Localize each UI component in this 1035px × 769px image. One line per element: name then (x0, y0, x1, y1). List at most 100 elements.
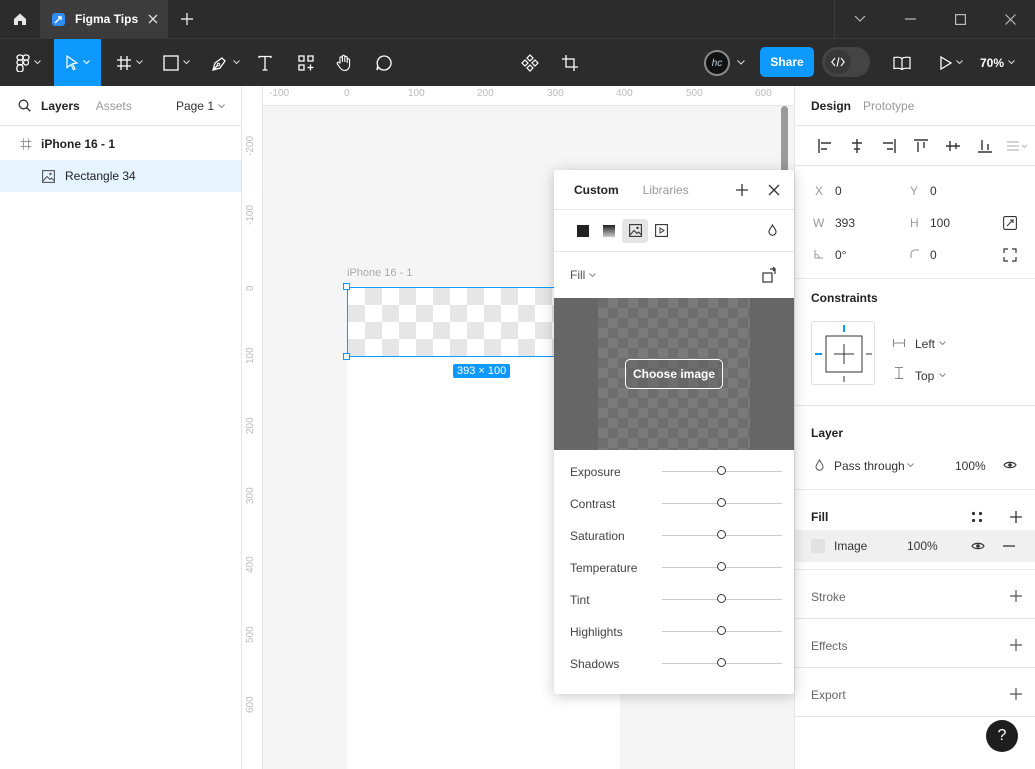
corner-radius-input[interactable]: 0 (930, 248, 937, 262)
close-window-button[interactable] (985, 0, 1035, 38)
new-tab-button[interactable] (168, 0, 206, 38)
text-icon (257, 55, 273, 71)
frame-label[interactable]: iPhone 16 - 1 (347, 267, 412, 279)
vertical-constraint-select[interactable]: Top (915, 369, 934, 383)
slider-knob[interactable] (717, 466, 726, 475)
x-input[interactable]: 0 (835, 184, 842, 198)
image-fill-button[interactable] (622, 218, 648, 243)
toolbar: hc Share 70% (0, 38, 1035, 86)
dev-mode-toggle[interactable] (822, 47, 870, 77)
tab-libraries[interactable]: Libraries (643, 183, 689, 197)
independent-corners-icon[interactable] (1003, 248, 1017, 262)
align-right-icon[interactable] (873, 138, 905, 153)
layer-row-image[interactable]: Rectangle 34 (0, 160, 241, 192)
align-bottom-icon[interactable] (969, 139, 1001, 153)
align-top-icon[interactable] (905, 138, 937, 153)
page-selector[interactable]: Page 1 (176, 99, 225, 113)
y-input[interactable]: 0 (930, 184, 937, 198)
hand-tool-button[interactable] (330, 39, 358, 86)
align-horizontal-center-icon[interactable] (841, 138, 873, 153)
fill-swatch[interactable] (811, 539, 825, 553)
add-effect-icon[interactable] (1010, 639, 1022, 651)
text-tool-button[interactable] (252, 39, 278, 86)
solid-icon (577, 224, 589, 237)
slider-knob[interactable] (717, 498, 726, 507)
stroke-section: Stroke (795, 570, 1035, 619)
slider-knob[interactable] (717, 594, 726, 603)
chevron-down-icon (218, 103, 225, 109)
search-icon[interactable] (18, 99, 31, 112)
library-button[interactable] (888, 39, 916, 86)
home-button[interactable] (0, 0, 40, 38)
export-title: Export (811, 688, 846, 702)
zoom-menu[interactable]: 70% (980, 39, 1015, 86)
tab-custom[interactable]: Custom (574, 183, 619, 197)
main-menu-button[interactable] (10, 39, 46, 86)
tab-menu-button[interactable] (835, 0, 885, 38)
rotate-image-icon[interactable] (762, 267, 778, 283)
tab-prototype[interactable]: Prototype (863, 99, 914, 113)
close-tab-icon[interactable] (148, 14, 158, 24)
tab-design[interactable]: Design (811, 99, 851, 113)
canvas-scrollbar[interactable] (781, 106, 788, 176)
blend-mode-icon (815, 459, 824, 471)
selected-image-rectangle[interactable] (347, 287, 587, 357)
remove-fill-icon[interactable] (1003, 545, 1015, 547)
fill-type[interactable]: Image (834, 539, 867, 553)
slider-knob[interactable] (717, 626, 726, 635)
comment-tool-button[interactable] (370, 39, 398, 86)
width-input[interactable]: 393 (835, 216, 855, 230)
resources-button[interactable] (292, 39, 320, 86)
video-fill-button[interactable] (648, 219, 674, 243)
styles-icon[interactable] (971, 511, 983, 523)
resize-handle-tl[interactable] (343, 283, 350, 290)
slider-knob[interactable] (717, 530, 726, 539)
blend-mode-icon[interactable] (768, 224, 777, 236)
avatar[interactable]: hc (704, 50, 730, 76)
align-left-icon[interactable] (809, 138, 841, 153)
distribute-menu-icon[interactable] (1001, 139, 1033, 153)
solid-fill-button[interactable] (570, 219, 596, 243)
avatar-menu-button[interactable] (734, 39, 748, 86)
horizontal-constraint-select[interactable]: Left (915, 337, 935, 351)
layer-opacity-input[interactable]: 100% (955, 459, 986, 473)
tab-assets[interactable]: Assets (96, 99, 132, 113)
move-tool-button[interactable] (54, 39, 101, 86)
slider-knob[interactable] (717, 658, 726, 667)
file-tab[interactable]: Figma Tips (40, 0, 168, 38)
height-input[interactable]: 100 (930, 216, 950, 230)
add-stroke-icon[interactable] (1010, 590, 1022, 602)
tab-layers[interactable]: Layers (41, 99, 80, 113)
align-vertical-center-icon[interactable] (937, 139, 969, 153)
fill-mode-select[interactable]: Fill (554, 252, 794, 298)
help-button[interactable]: ? (986, 720, 1018, 752)
shape-tool-button[interactable] (156, 39, 196, 86)
image-icon (42, 169, 55, 183)
pen-tool-button[interactable] (204, 39, 246, 86)
choose-image-button[interactable]: Choose image (625, 359, 723, 389)
plus-icon (181, 13, 193, 25)
layer-row-frame[interactable]: iPhone 16 - 1 (0, 128, 241, 160)
add-style-icon[interactable] (736, 184, 748, 196)
slider-knob[interactable] (717, 562, 726, 571)
present-button[interactable] (934, 39, 968, 86)
eye-icon[interactable] (971, 541, 985, 551)
eye-icon[interactable] (1003, 460, 1017, 470)
fill-opacity-input[interactable]: 100% (907, 539, 938, 553)
frame-tool-button[interactable] (110, 39, 148, 86)
add-fill-icon[interactable] (1010, 511, 1022, 523)
maximize-button[interactable] (935, 0, 985, 38)
constrain-proportions-icon[interactable] (1003, 216, 1017, 230)
blend-mode-select[interactable]: Pass through (834, 459, 905, 473)
fill-row[interactable]: Image 100% (795, 530, 1035, 562)
close-icon[interactable] (768, 184, 780, 196)
create-component-button[interactable] (516, 39, 544, 86)
constraints-widget[interactable] (811, 321, 875, 385)
crop-button[interactable] (556, 39, 584, 86)
resize-handle-bl[interactable] (343, 353, 350, 360)
rotation-input[interactable]: 0° (835, 248, 846, 262)
gradient-fill-button[interactable] (596, 219, 622, 243)
add-export-icon[interactable] (1010, 688, 1022, 700)
share-button[interactable]: Share (760, 47, 814, 77)
minimize-button[interactable] (885, 0, 935, 38)
